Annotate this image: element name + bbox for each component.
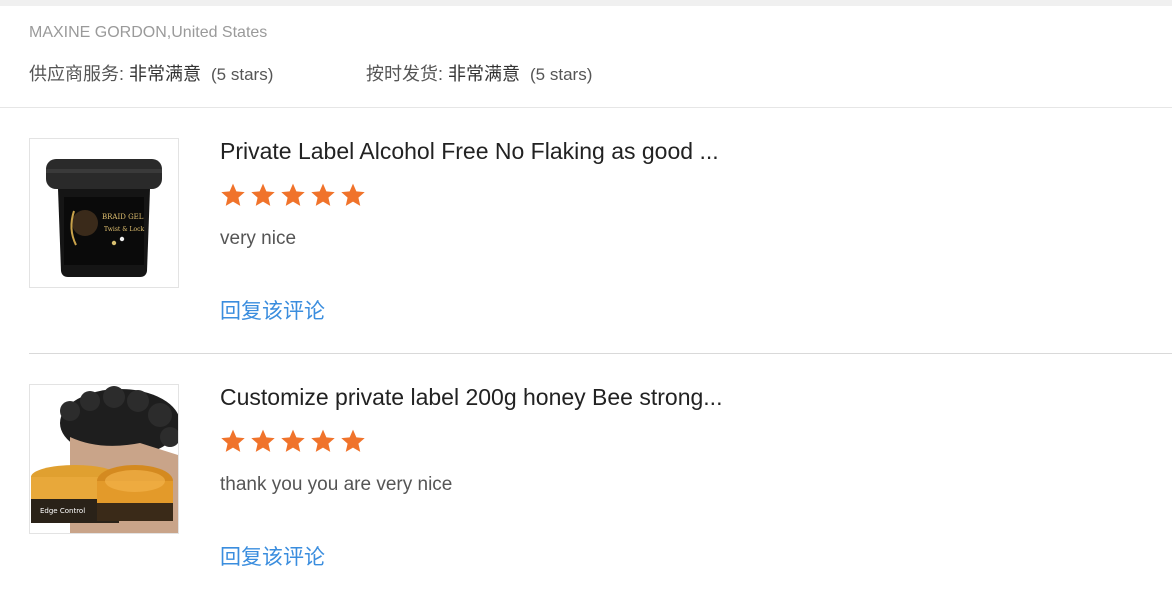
star-icon — [311, 429, 335, 452]
product-thumbnail[interactable]: BRAID GEL Twist & Lock — [29, 138, 179, 288]
header-divider — [0, 107, 1172, 108]
reply-to-review-link[interactable]: 回复该评论 — [220, 295, 325, 325]
review-comment: thank you you are very nice — [220, 474, 453, 495]
star-rating — [220, 182, 366, 210]
reviewer-name-location: MAXINE GORDON,United States — [29, 24, 268, 41]
product-thumbnail[interactable]: Edge Control — [29, 384, 179, 534]
on-time-shipping-label: 按时发货: — [366, 64, 449, 84]
star-icon — [251, 429, 275, 452]
review-item: BRAID GEL Twist & Lock Private Label Alc… — [29, 138, 1149, 338]
star-icon — [281, 183, 305, 206]
edge-control-jar-image: Edge Control — [30, 385, 178, 533]
braid-gel-jar-image: BRAID GEL Twist & Lock — [30, 139, 178, 287]
star-icon — [341, 429, 365, 452]
supplier-service-rating: 供应商服务: 非常满意 (5 stars) — [29, 60, 273, 86]
jar-label-line1: BRAID GEL — [102, 213, 144, 221]
review-item: Edge Control Customize private label 200… — [29, 384, 1149, 584]
star-icon — [281, 429, 305, 452]
overall-ratings: 供应商服务: 非常满意 (5 stars) 按时发货: 非常满意 (5 stars) — [29, 60, 1129, 86]
product-title[interactable]: Customize private label 200g honey Bee s… — [220, 384, 722, 411]
star-icon — [311, 183, 335, 206]
on-time-shipping-value: 非常满意 — [448, 64, 521, 84]
star-rating — [220, 428, 366, 456]
supplier-service-label: 供应商服务: — [29, 64, 130, 84]
on-time-shipping-stars: (5 stars) — [530, 65, 593, 84]
jar-label-line2: Twist & Lock — [104, 226, 144, 233]
top-strip — [0, 0, 1172, 6]
star-icon — [221, 429, 245, 452]
supplier-service-stars: (5 stars) — [211, 65, 274, 84]
review-comment: very nice — [220, 228, 297, 249]
review-divider — [29, 353, 1172, 354]
reply-to-review-link[interactable]: 回复该评论 — [220, 541, 325, 571]
star-icon — [341, 183, 365, 206]
product-title[interactable]: Private Label Alcohol Free No Flaking as… — [220, 138, 719, 165]
supplier-service-value: 非常满意 — [129, 64, 202, 84]
star-icon — [221, 183, 245, 206]
on-time-shipping-rating: 按时发货: 非常满意 (5 stars) — [366, 60, 592, 86]
jar-label: Edge Control — [40, 507, 85, 515]
star-icon — [251, 183, 275, 206]
